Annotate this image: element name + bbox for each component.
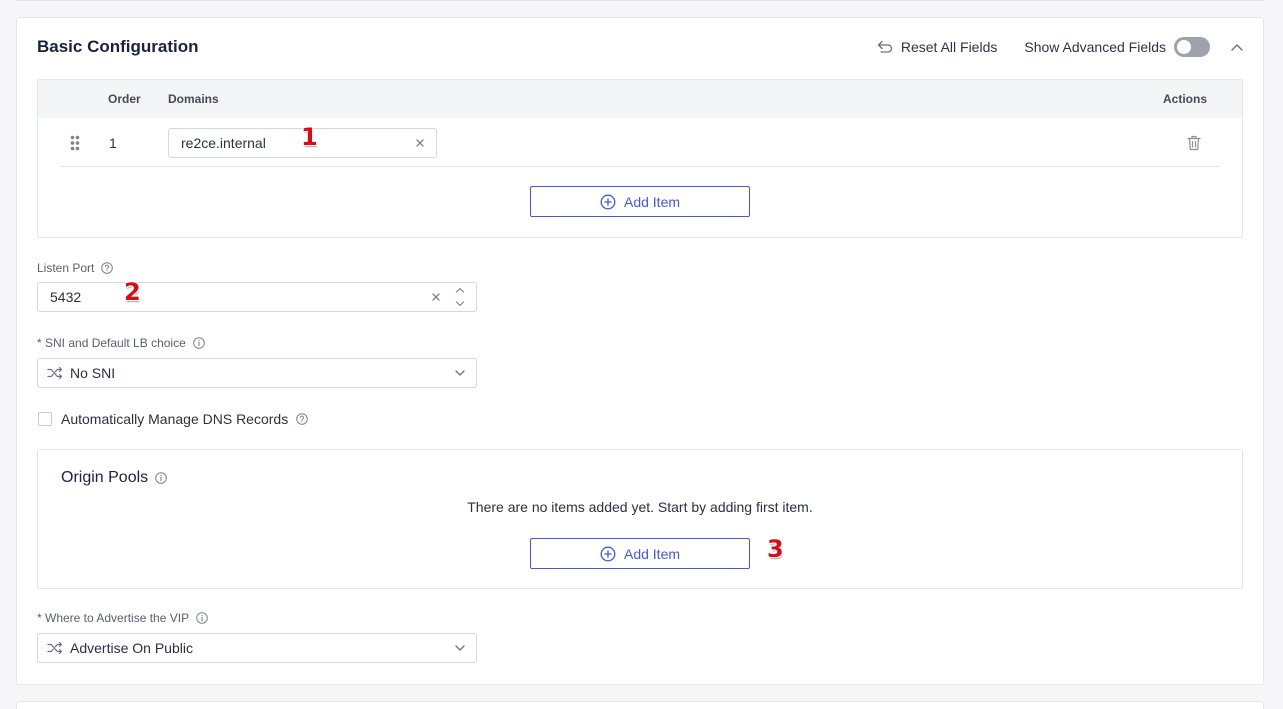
undo-icon [877, 40, 893, 54]
annotation-marker: 1 [301, 123, 318, 151]
add-item-label: Add Item [623, 545, 681, 562]
listen-port-input[interactable] [50, 283, 410, 311]
origin-pools-empty-message: There are no items added yet. Start by a… [467, 499, 813, 515]
collapse-section-button[interactable] [1231, 43, 1243, 51]
plus-circle-icon [600, 546, 616, 562]
manage-dns-label-row: Automatically Manage DNS Records [61, 410, 309, 428]
manage-dns-checkbox[interactable] [38, 412, 52, 426]
trash-icon[interactable] [1187, 135, 1201, 151]
annotation-marker: 3 [767, 535, 784, 563]
sni-select[interactable]: No SNI [37, 358, 477, 388]
show-advanced-fields-toggle[interactable] [1174, 37, 1210, 57]
chevron-up-icon [1231, 44, 1243, 51]
sni-label-row: * SNI and Default LB choice [37, 335, 205, 351]
page: Basic Configuration Reset All Fields Sho… [0, 0, 1283, 709]
next-section-card [16, 701, 1264, 709]
help-circle-icon[interactable] [101, 262, 114, 274]
show-advanced-fields-label: Show Advanced Fields [1024, 39, 1166, 55]
reset-all-fields-button[interactable]: Reset All Fields [877, 37, 997, 57]
add-item-label: Add Item [623, 193, 681, 210]
shuffle-icon [47, 641, 63, 655]
listen-port-field [37, 282, 477, 312]
reset-all-fields-label: Reset All Fields [900, 39, 998, 55]
toggle-knob [1177, 40, 1191, 54]
row-divider [59, 166, 1221, 167]
listen-port-label: Listen Port [37, 261, 95, 275]
shuffle-icon [47, 366, 63, 380]
close-icon[interactable] [416, 139, 424, 147]
sni-selected-value: No SNI [70, 365, 116, 381]
vip-label: * Where to Advertise the VIP [37, 611, 190, 625]
manage-dns-label[interactable]: Automatically Manage DNS Records [61, 410, 288, 428]
add-domain-item-button[interactable]: Add Item [530, 186, 750, 217]
header-actions: Reset All Fields Show Advanced Fields [877, 37, 1243, 57]
origin-pools-title-row: Origin Pools [61, 468, 167, 488]
origin-pools-section: Origin Pools There are no items added ye… [37, 449, 1243, 589]
add-origin-pool-button[interactable]: Add Item [530, 538, 750, 569]
previous-section-card [16, 0, 1264, 1]
row-order: 1 [109, 135, 117, 151]
stepper-icon[interactable] [455, 287, 465, 307]
drag-handle-icon[interactable] [70, 135, 80, 151]
info-circle-icon[interactable] [155, 472, 167, 484]
vip-select[interactable]: Advertise On Public [37, 633, 477, 663]
vip-selected-value: Advertise On Public [70, 640, 193, 656]
help-circle-icon[interactable] [296, 413, 309, 425]
column-header-actions: Actions [1162, 92, 1207, 106]
basic-configuration-card: Basic Configuration Reset All Fields Sho… [16, 17, 1264, 685]
chevron-down-icon [454, 644, 466, 652]
sni-label: * SNI and Default LB choice [37, 336, 186, 350]
annotation-marker: 2 [124, 278, 141, 306]
section-title: Basic Configuration [37, 37, 199, 56]
info-circle-icon[interactable] [196, 612, 208, 624]
close-icon[interactable] [432, 293, 440, 301]
table-row: 1 [37, 118, 1243, 167]
origin-pools-title: Origin Pools [61, 469, 149, 486]
plus-circle-icon [600, 194, 616, 210]
vip-label-row: * Where to Advertise the VIP [37, 610, 208, 626]
column-header-domains: Domains [168, 92, 219, 106]
info-circle-icon[interactable] [192, 337, 205, 349]
chevron-down-icon [454, 369, 466, 377]
listen-port-label-row: Listen Port [37, 260, 114, 276]
domain-input[interactable] [181, 129, 411, 157]
table-header: Order Domains Actions [38, 80, 1242, 118]
domains-table: Order Domains Actions 1 re2ce.internal A… [37, 79, 1243, 238]
column-header-order: Order [108, 92, 141, 106]
